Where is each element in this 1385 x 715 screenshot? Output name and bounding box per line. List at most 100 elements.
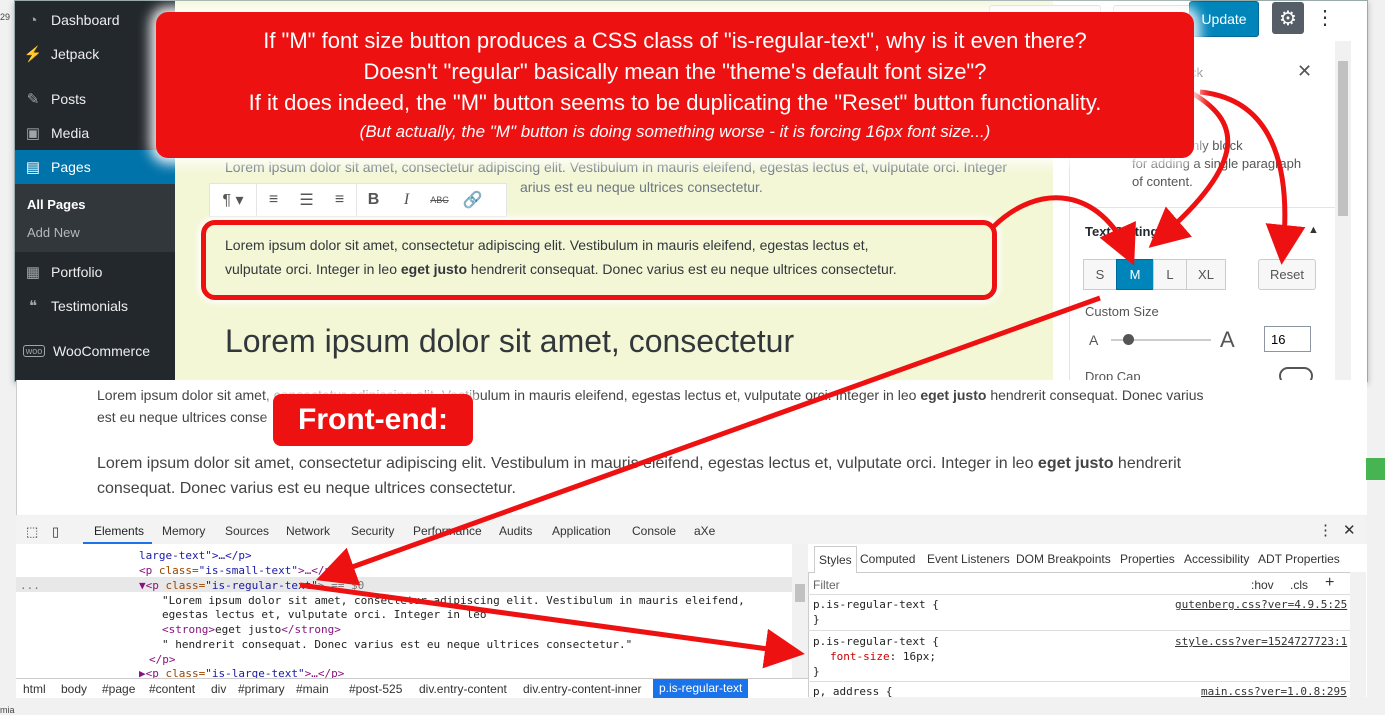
tab-properties[interactable]: Properties — [1120, 552, 1175, 566]
tab-event-listeners[interactable]: Event Listeners — [927, 552, 1010, 566]
frontend-scrollbar[interactable] — [1353, 380, 1366, 515]
breadcrumb-item[interactable]: div.entry-content-inner — [523, 682, 642, 696]
chevron-up-icon[interactable]: ▲ — [1308, 224, 1319, 236]
sidebar-item-label: Dashboard — [51, 12, 120, 28]
styles-filter-input[interactable]: Filter — [813, 578, 840, 592]
tab-security[interactable]: Security — [351, 524, 394, 538]
dom-line[interactable]: ▶<p class="is-large-text">…</p> — [139, 667, 344, 678]
css-source-link[interactable]: main.css?ver=1.0.8:295 — [1201, 685, 1347, 698]
settings-gear-icon[interactable]: ⚙ — [1272, 2, 1304, 34]
size-s-button[interactable]: S — [1083, 259, 1117, 290]
hov-toggle[interactable]: :hov — [1251, 578, 1274, 592]
strikethrough-icon[interactable]: ABC — [423, 184, 456, 216]
new-rule-icon[interactable]: + — [1325, 574, 1334, 592]
device-toggle-icon[interactable]: ▯ — [52, 524, 59, 540]
sidebar-item-pages[interactable]: ▤ Pages — [15, 150, 175, 184]
css-rule-selector[interactable]: p, address { — [813, 685, 892, 698]
bold-icon[interactable]: B — [357, 184, 390, 216]
slider-thumb[interactable] — [1123, 334, 1134, 345]
tab-memory[interactable]: Memory — [162, 524, 205, 538]
sidebar-item-posts[interactable]: ✎ Posts — [15, 84, 175, 114]
align-center-icon[interactable]: ☰ — [290, 184, 323, 216]
tab-elements[interactable]: Elements — [94, 524, 144, 538]
dom-text-line[interactable]: egestas lectus et, vulputate orci. Integ… — [162, 608, 500, 621]
elements-scrollbar[interactable] — [792, 544, 808, 678]
dom-line[interactable]: <p class="is-small-text">…</p> — [139, 564, 338, 577]
dom-tag: <p — [139, 564, 159, 577]
tab-dom-breakpoints[interactable]: DOM Breakpoints — [1016, 552, 1111, 566]
tab-axe[interactable]: aXe — [694, 524, 715, 538]
size-l-button[interactable]: L — [1153, 259, 1187, 290]
link-icon[interactable]: 🔗 — [456, 184, 489, 216]
css-declaration[interactable]: font-size: 16px; — [830, 650, 936, 663]
devtools-close-icon[interactable]: ✕ — [1343, 521, 1356, 539]
tab-performance[interactable]: Performance — [413, 524, 482, 538]
tab-accessibility[interactable]: Accessibility — [1184, 552, 1249, 566]
align-left-icon[interactable]: ≡ — [257, 184, 290, 216]
breadcrumb-item[interactable]: #main — [296, 682, 329, 696]
block-toolbar: ¶ ▾ ≡ ☰ ≡ B I ABC 🔗 — [209, 183, 507, 217]
cls-toggle[interactable]: .cls — [1290, 578, 1308, 592]
update-button[interactable]: Update — [1189, 1, 1259, 37]
tab-network[interactable]: Network — [286, 524, 330, 538]
settings-scroll-thumb[interactable] — [1338, 61, 1348, 216]
reset-button[interactable]: Reset — [1258, 259, 1316, 290]
italic-icon[interactable]: I — [390, 184, 423, 216]
dom-text: eget justo — [214, 623, 282, 636]
elements-scroll-thumb[interactable] — [795, 584, 805, 602]
sidebar-item-label: WooCommerce — [53, 343, 150, 359]
tab-console[interactable]: Console — [632, 524, 676, 538]
dom-ellipsis[interactable]: ... — [20, 579, 40, 592]
editor-heading[interactable]: Lorem ipsum dolor sit amet, consectetur — [225, 323, 794, 360]
bold-run: eget justo — [920, 387, 987, 403]
breadcrumb-item[interactable]: html — [23, 682, 46, 696]
tab-audits[interactable]: Audits — [499, 524, 532, 538]
align-right-icon[interactable]: ≡ — [323, 184, 357, 216]
editor-paragraph-faded[interactable]: Lorem ipsum dolor sit amet, consectetur … — [225, 157, 1007, 177]
dom-text-line[interactable]: " hendrerit consequat. Donec varius est … — [162, 638, 632, 651]
dom-text-line[interactable]: "Lorem ipsum dolor sit amet, consectetur… — [162, 594, 745, 607]
devtools-menu-icon[interactable]: ⋮ — [1318, 521, 1333, 539]
breadcrumb-item[interactable]: #primary — [238, 682, 285, 696]
breadcrumb-item[interactable]: #post-525 — [349, 682, 402, 696]
dom-line[interactable]: large-text">…</p> — [139, 549, 252, 562]
sidebar-item-media[interactable]: ▣ Media — [15, 118, 175, 148]
sidebar-item-jetpack[interactable]: ⚡ Jetpack — [15, 39, 175, 69]
css-source-link[interactable]: style.css?ver=1524727723:1 — [1175, 635, 1347, 648]
size-m-button[interactable]: M — [1116, 259, 1154, 290]
dom-line[interactable]: <strong>eget justo</strong> — [162, 623, 341, 636]
size-xl-button[interactable]: XL — [1186, 259, 1226, 290]
breadcrumb-item[interactable]: div.entry-content — [419, 682, 507, 696]
testimonials-icon: ❝ — [28, 298, 38, 315]
tab-adt-properties[interactable]: ADT Properties — [1258, 552, 1340, 566]
dom-line[interactable]: </p> — [149, 653, 176, 666]
css-rule-selector[interactable]: p.is-regular-text { — [813, 598, 939, 611]
css-rule-selector[interactable]: p.is-regular-text { — [813, 635, 939, 648]
tab-computed[interactable]: Computed — [860, 552, 915, 566]
dom-tag: >…</p> — [304, 667, 345, 678]
sidebar-item-woocommerce[interactable]: woo WooCommerce — [15, 336, 175, 366]
tab-sources[interactable]: Sources — [225, 524, 269, 538]
text-settings-title[interactable]: Text Settings — [1085, 224, 1166, 239]
sidebar-item-portfolio[interactable]: ▦ Portfolio — [15, 257, 175, 287]
submenu-all-pages[interactable]: All Pages — [27, 197, 86, 212]
breadcrumb-item[interactable]: body — [61, 682, 87, 696]
sidebar-item-dashboard[interactable]: ◔ Dashboard — [15, 5, 175, 35]
tab-application[interactable]: Application — [552, 524, 611, 538]
breadcrumb-item[interactable]: #page — [102, 682, 135, 696]
styles-scrollbar[interactable] — [1350, 572, 1366, 697]
breadcrumb-item-selected[interactable]: p.is-regular-text — [653, 679, 749, 698]
custom-size-input[interactable]: 16 — [1264, 326, 1311, 352]
tab-styles[interactable]: Styles — [814, 546, 857, 573]
css-source-link[interactable]: gutenberg.css?ver=4.9.5:25 — [1175, 598, 1347, 611]
dom-line-selected[interactable]: ▼<p class="is-regular-text"> == $0 — [139, 579, 364, 592]
css-value: : 16px; — [889, 650, 936, 663]
close-icon[interactable]: ✕ — [1297, 61, 1312, 82]
sidebar-item-testimonials[interactable]: ❝ Testimonials — [15, 291, 175, 321]
more-menu-icon[interactable]: ⋮ — [1315, 5, 1335, 31]
breadcrumb-item[interactable]: div — [211, 682, 226, 696]
inspect-icon[interactable]: ⬚ — [26, 524, 38, 540]
paragraph-transform-icon[interactable]: ¶ ▾ — [210, 184, 257, 216]
submenu-add-new[interactable]: Add New — [27, 225, 80, 240]
breadcrumb-item[interactable]: #content — [149, 682, 195, 696]
